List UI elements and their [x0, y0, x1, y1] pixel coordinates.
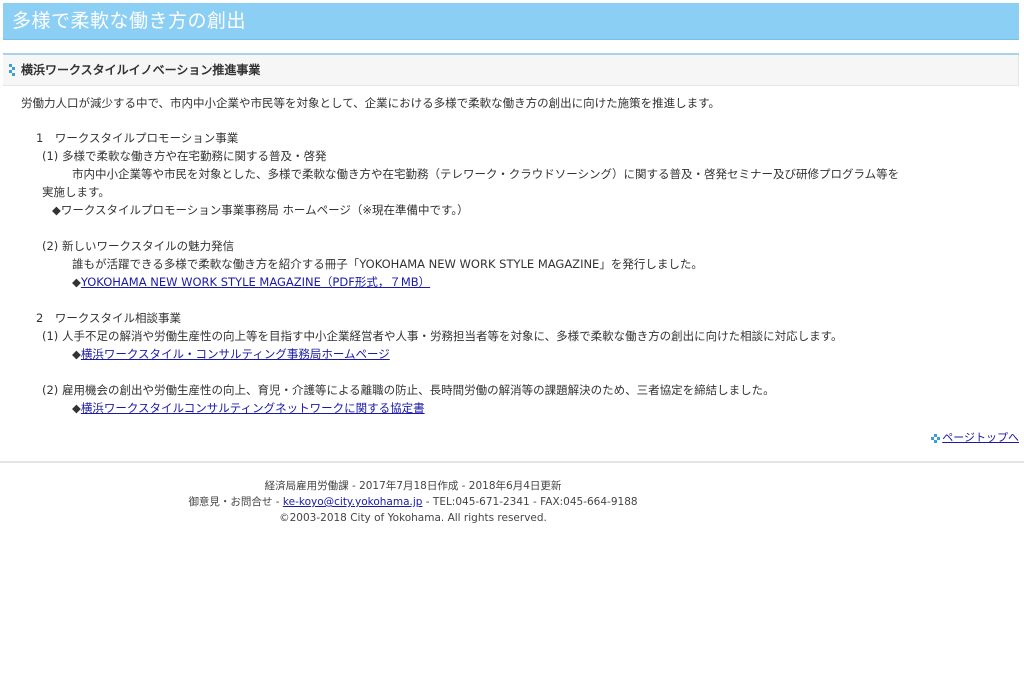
item-1-1-body-line1: 市内中小企業等や市民を対象とした、多様で柔軟な働き方や在宅勤務（テレワーク・クラ… [72, 167, 900, 181]
item-2-2-title: (2) 雇用機会の創出や労働生産性の向上、育児・介護等による離職の防止、長時間労… [42, 383, 775, 397]
consulting-office-link[interactable]: 横浜ワークスタイル・コンサルティング事務局ホームページ [81, 347, 390, 361]
magazine-pdf-link[interactable]: YOKOHAMA NEW WORK STYLE MAGAZINE（PDF形式，７… [81, 275, 430, 289]
footer-divider [0, 461, 1024, 463]
item-1-2-title: (2) 新しいワークスタイルの魅力発信 [42, 239, 235, 253]
item-2-title: 2 ワークスタイル相談事業 [36, 311, 181, 325]
item-2-1-title: (1) 人手不足の解消や労働生産性の向上等を目指す中小企業経営者や人事・労務担当… [42, 329, 843, 343]
diamond-bullet-icon: ◆ [72, 275, 81, 289]
intro-text: 労働力人口が減少する中で、市内中小企業や市民等を対象として、企業における多様で柔… [21, 96, 720, 110]
dot-pattern-icon [9, 64, 15, 76]
item-1-title: 1 ワークスタイルプロモーション事業 [36, 131, 239, 145]
footer-copyright: ©2003-2018 City of Yokohama. All rights … [279, 512, 547, 524]
diamond-bullet-icon: ◆ [52, 203, 61, 217]
item-1-1-body-line2: 実施します。 [42, 185, 110, 199]
footer-contact-line: 御意見・お問合せ - ke-koyo@city.yokohama.jp - TE… [0, 494, 826, 510]
footer-contact-prefix: 御意見・お問合せ - [188, 496, 283, 508]
section-heading: 横浜ワークスタイルイノベーション推進事業 [21, 63, 261, 77]
item-2-1-link-row: ◆横浜ワークスタイル・コンサルティング事務局ホームページ [72, 346, 390, 362]
section-header: 横浜ワークスタイルイノベーション推進事業 [3, 55, 1019, 86]
footer: 経済局雇用労働課 - 2017年7月18日作成 - 2018年6月4日更新 御意… [0, 478, 826, 526]
item-1-1-title: (1) 多様で柔軟な働き方や在宅勤務に関する普及・啓発 [42, 149, 327, 163]
dot-pattern-icon [931, 433, 941, 443]
diamond-bullet-icon: ◆ [72, 347, 81, 361]
page-title: 多様で柔軟な働き方の創出 [12, 10, 247, 32]
footer-department-line: 経済局雇用労働課 - 2017年7月18日作成 - 2018年6月4日更新 [264, 480, 562, 492]
title-bar: 多様で柔軟な働き方の創出 [3, 3, 1019, 40]
item-2-2-link-row: ◆横浜ワークスタイルコンサルティングネットワークに関する協定書 [72, 400, 425, 416]
content-section: 横浜ワークスタイルイノベーション推進事業 労働力人口が減少する中で、市内中小企業… [3, 53, 1019, 462]
page: 多様で柔軟な働き方の創出 横浜ワークスタイルイノベーション推進事業 労働力人口が… [0, 0, 1024, 682]
footer-contact-suffix: - TEL:045-671-2341 - FAX:045-664-9188 [422, 496, 638, 508]
item-1-2-body-line1: 誰もが活躍できる多様で柔軟な働き方を紹介する冊子「YOKOHAMA NEW WO… [72, 257, 703, 271]
network-agreement-link[interactable]: 横浜ワークスタイルコンサルティングネットワークに関する協定書 [81, 401, 425, 415]
promotion-homepage-text: ワークスタイルプロモーション事業事務局 ホームページ（※現在準備中です。） [60, 203, 469, 217]
diamond-bullet-icon: ◆ [72, 401, 81, 415]
page-top-link[interactable]: ページトップへ [942, 431, 1019, 444]
page-top-row: ページトップへ [931, 430, 1019, 446]
item-1-2-link-row: ◆YOKOHAMA NEW WORK STYLE MAGAZINE（PDF形式，… [72, 274, 430, 290]
footer-email-link[interactable]: ke-koyo@city.yokohama.jp [283, 496, 423, 508]
item-1-1-link-row: ◆ワークスタイルプロモーション事業事務局 ホームページ（※現在準備中です。） [52, 202, 469, 218]
